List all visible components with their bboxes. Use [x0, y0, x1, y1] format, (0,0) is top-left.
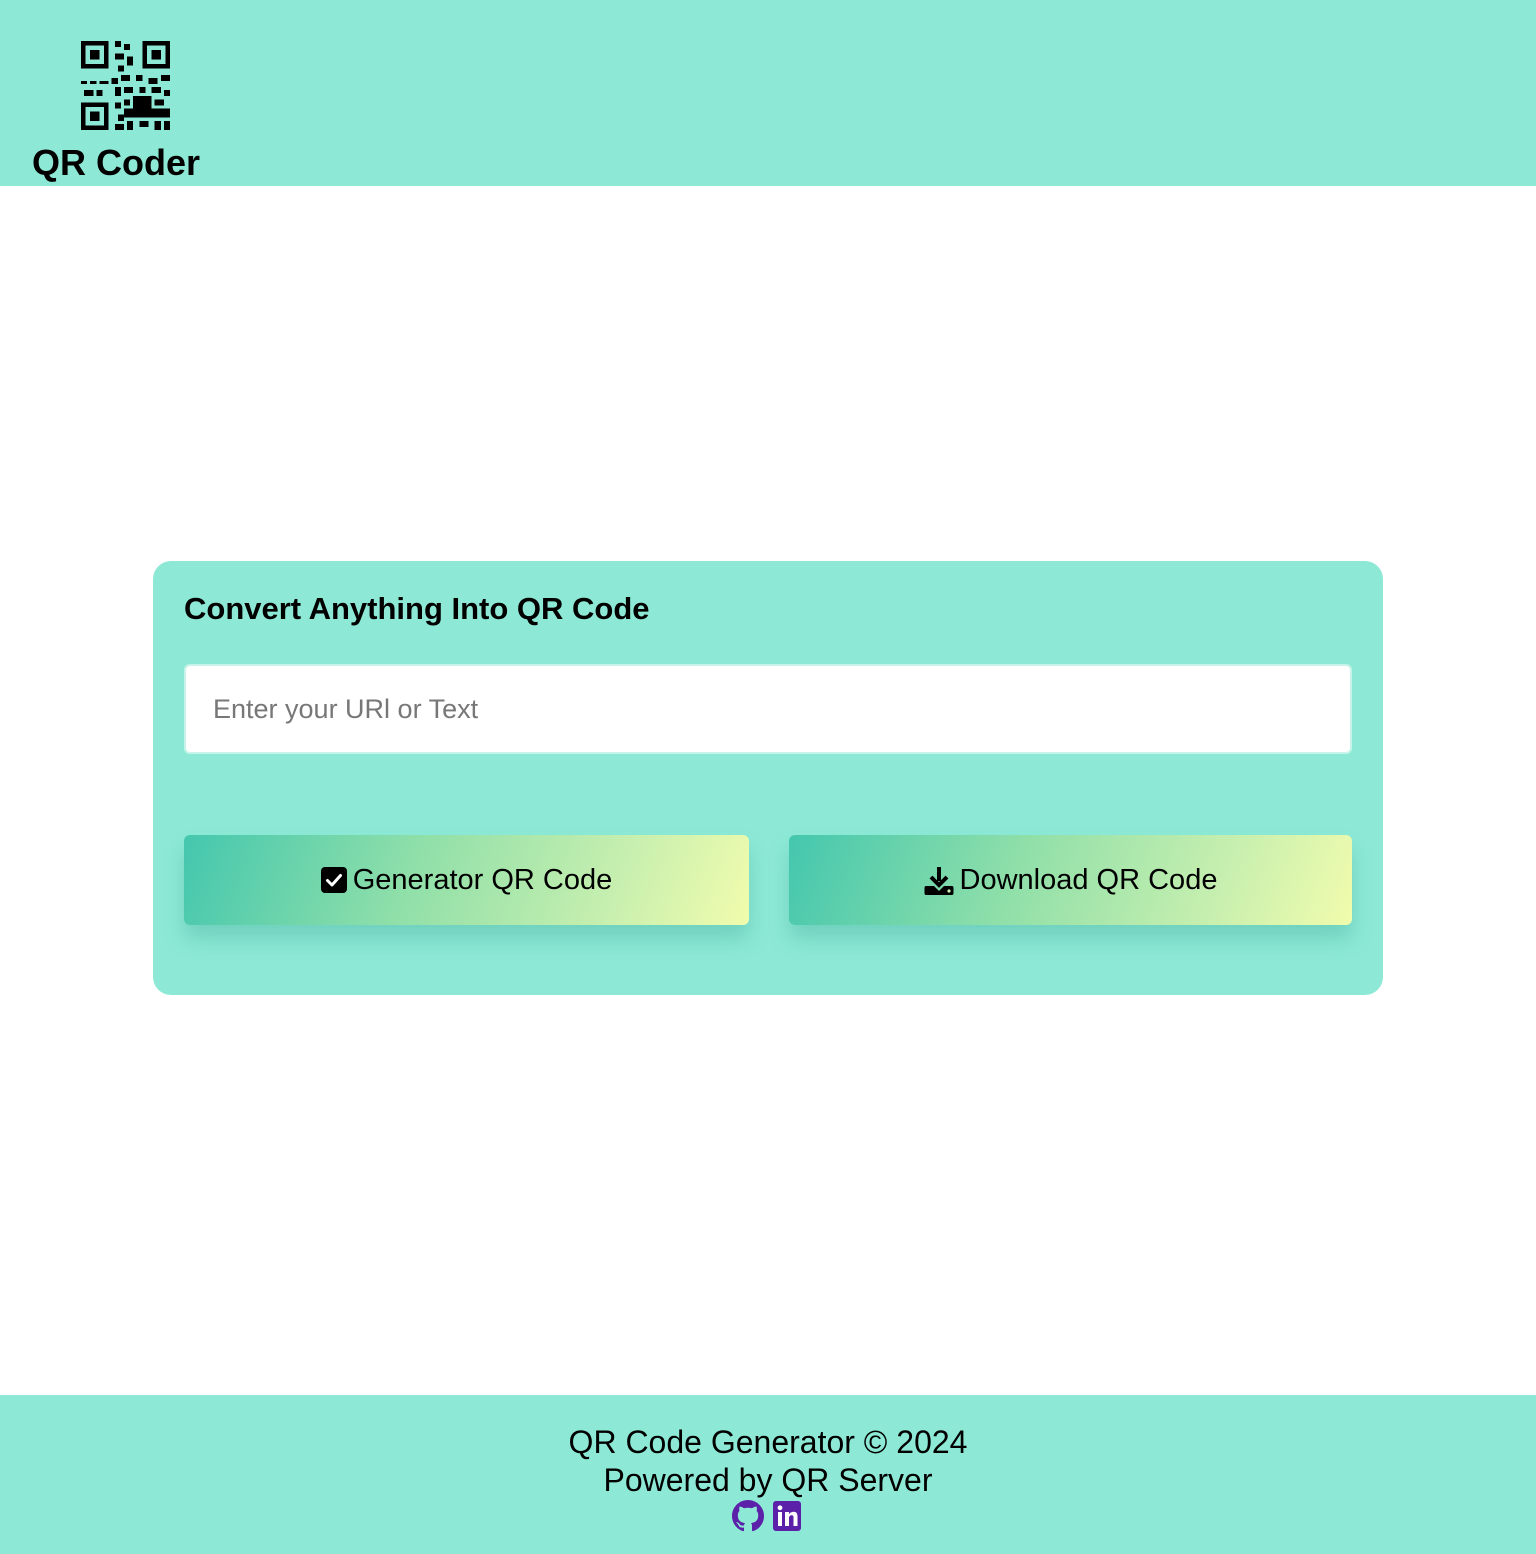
card-title: Convert Anything Into QR Code [184, 591, 650, 626]
site-footer: QR Code Generator © 2024 Powered by QR S… [0, 1395, 1536, 1554]
generate-qr-button-label: Generator QR Code [352, 863, 613, 896]
download-qr-button-label: Download QR Code [959, 863, 1218, 896]
linkedin-icon [773, 1501, 801, 1531]
github-icon [732, 1500, 764, 1532]
powered-by-text: Powered by QR Server [603, 1462, 933, 1498]
social-links [0, 1500, 1536, 1532]
download-icon [924, 867, 954, 895]
github-link[interactable] [732, 1500, 764, 1532]
url-text-input[interactable] [184, 664, 1352, 754]
check-square-icon [320, 867, 347, 893]
linkedin-link[interactable] [772, 1500, 804, 1532]
qr-generator-card: Convert Anything Into QR Code Generator … [153, 561, 1383, 995]
brand-title: QR Coder [32, 142, 201, 183]
copyright-text: QR Code Generator © 2024 [568, 1424, 968, 1460]
generate-qr-button[interactable]: Generator QR Code [184, 835, 749, 925]
download-qr-button[interactable]: Download QR Code [789, 835, 1352, 925]
qr-code-icon [81, 41, 170, 130]
site-header: QR Coder [0, 0, 1536, 186]
